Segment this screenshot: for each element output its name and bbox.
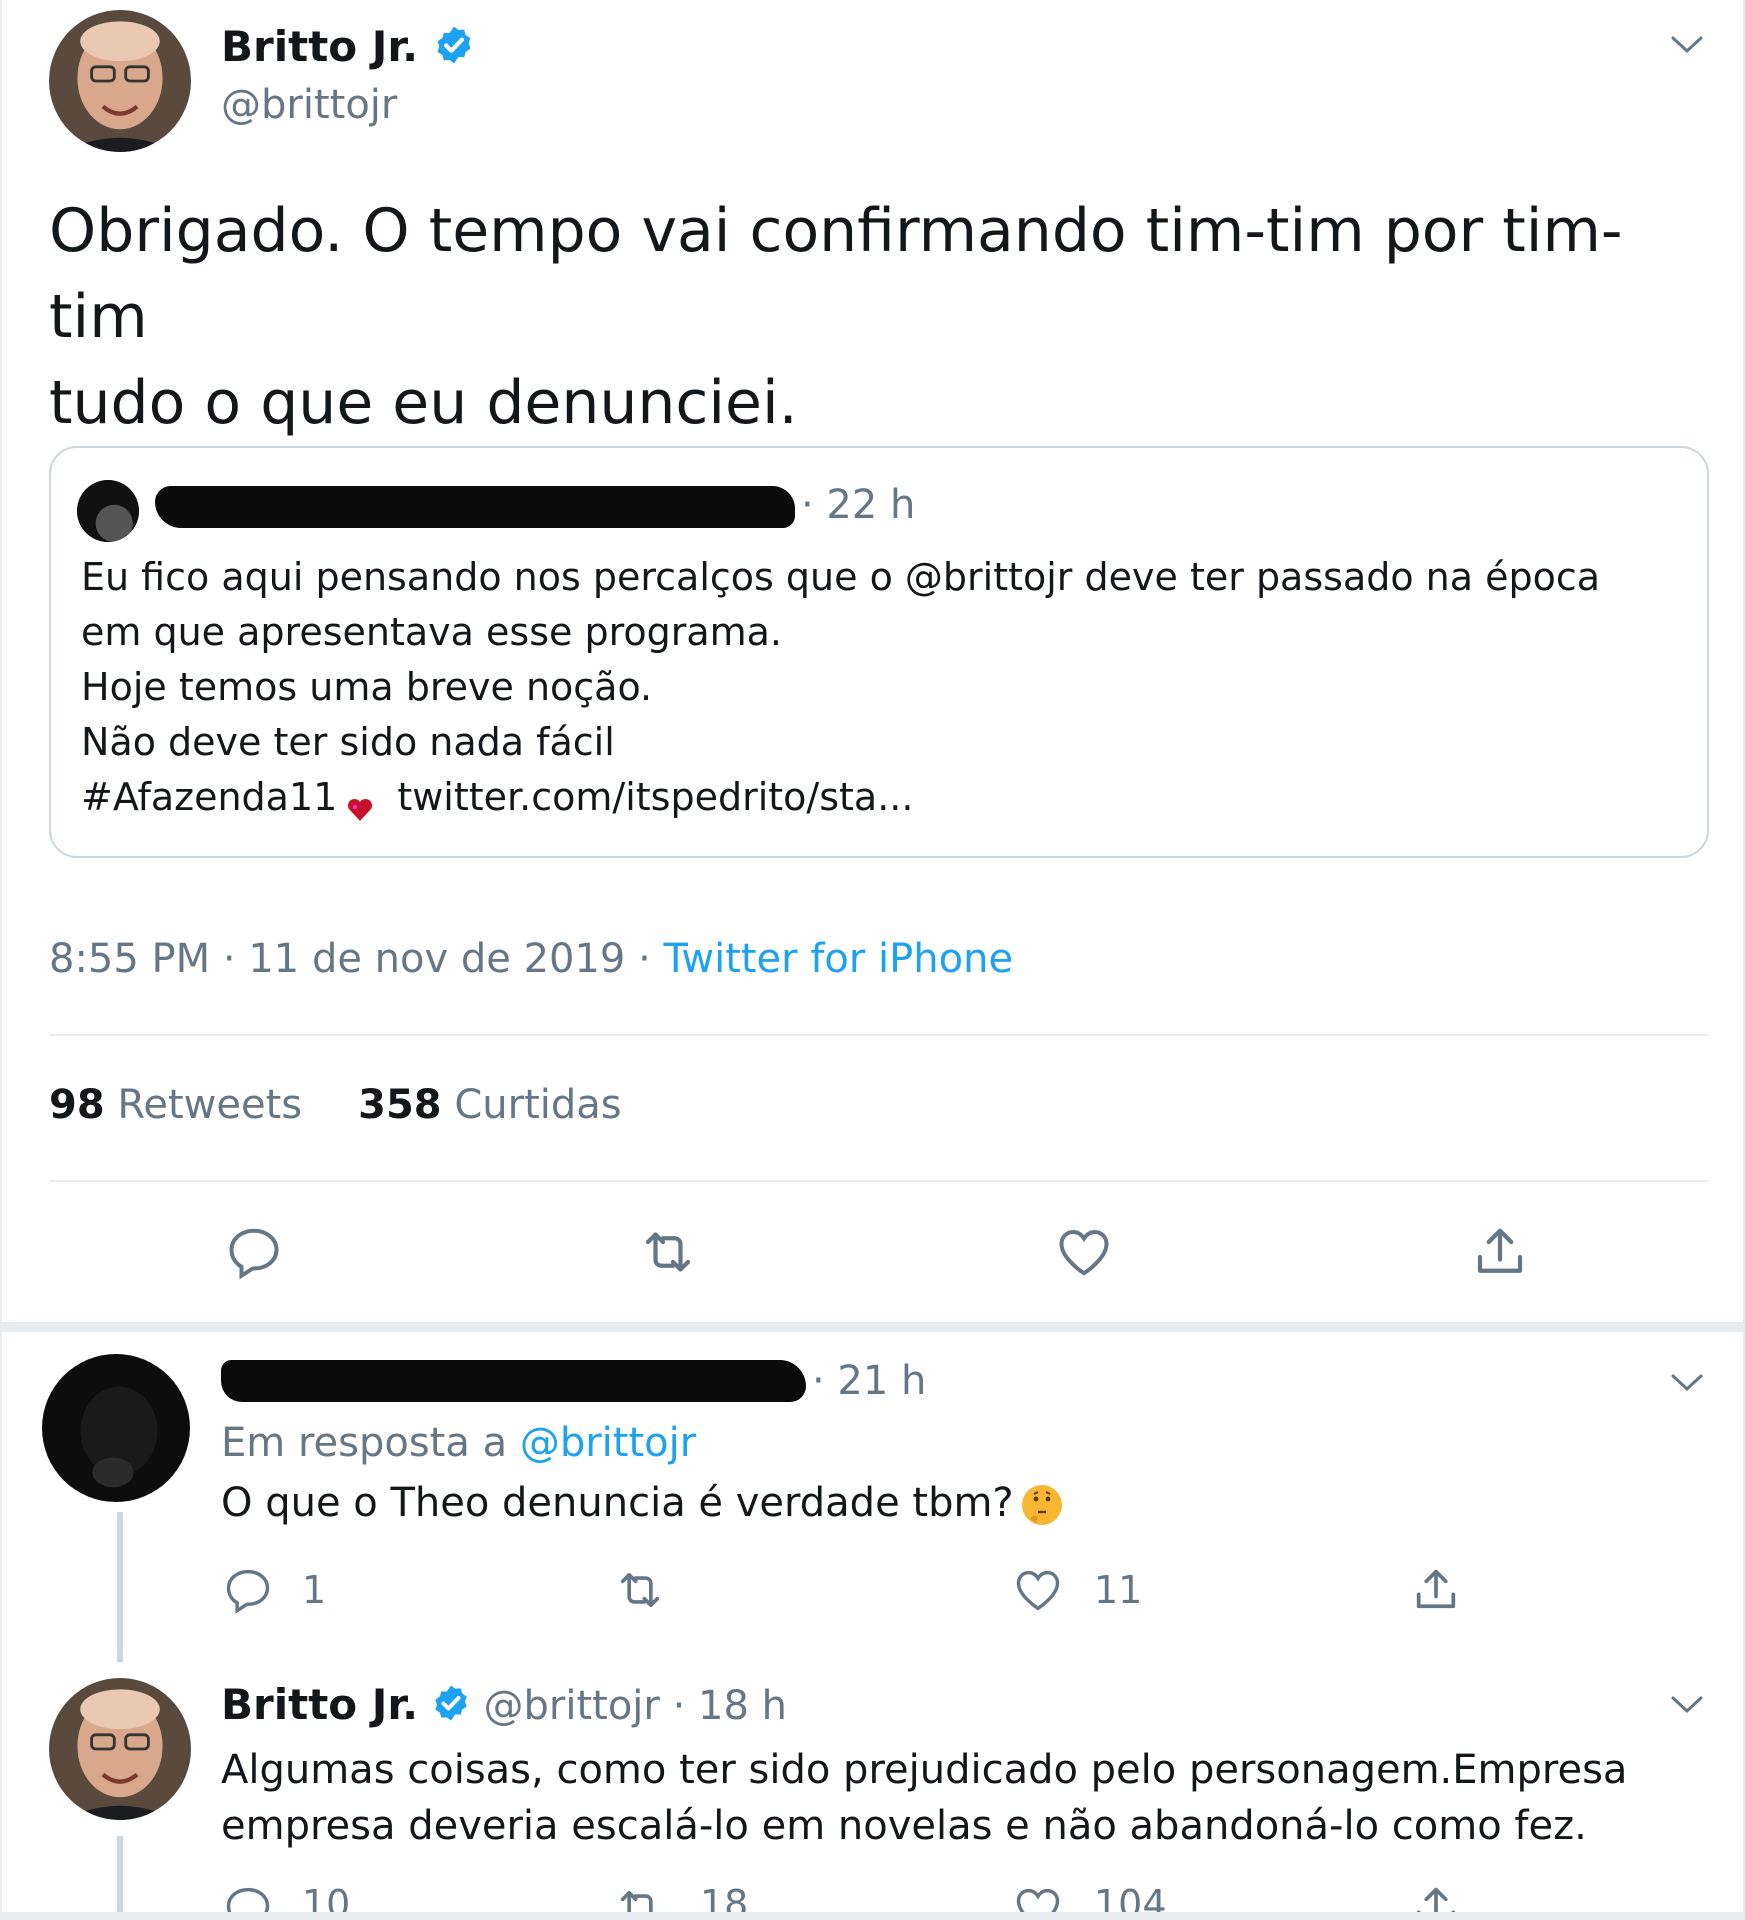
bottom-border [2,1912,1743,1920]
tweet-page: Britto Jr. @brittojr Obrigado. O tempo v… [0,0,1745,1920]
meta-separator: · [222,936,249,982]
quoted-timestamp: · 22 h [801,482,916,528]
reply-icon[interactable] [224,1222,284,1282]
like-icon[interactable] [1012,1564,1064,1616]
retweet-icon[interactable] [614,1564,666,1616]
quoted-text-line: Hoje temos uma breve noção. [81,665,653,709]
tweet-text-line: Obrigado. O tempo vai confirmando tim-ti… [49,196,1623,352]
tweet-date[interactable]: 11 de nov de 2019 [248,936,625,982]
tweet-text: Obrigado. O tempo vai confirmando tim-ti… [49,188,1709,446]
avatar[interactable] [49,10,191,152]
reply-timestamp[interactable]: · 21 h [812,1358,926,1404]
divider [49,1180,1709,1182]
likes-label: Curtidas [454,1082,622,1128]
like-count: 11 [1094,1568,1143,1612]
share-icon[interactable] [1410,1564,1462,1616]
tweet-stats: 98 Retweets 358 Curtidas [49,1082,622,1128]
chevron-down-icon[interactable] [1670,1372,1704,1394]
chevron-down-icon[interactable] [1670,34,1704,56]
quoted-text-line: em que apresentava esse programa. [81,610,783,654]
reply-avatar[interactable] [42,1354,190,1502]
retweets-label: Retweets [117,1082,303,1128]
quoted-text-line: Não deve ter sido nada fácil [81,720,615,764]
quoted-text-line: #Afazenda11 twitter.com/itspedrito/sta... [81,770,1671,825]
reply-icon[interactable] [222,1564,274,1616]
reply-count: 1 [302,1568,327,1612]
tweet-source-link[interactable]: Twitter for iPhone [664,936,1014,982]
reply-text: Algumas coisas, como ter sido prejudicad… [221,1742,1661,1854]
retweets-stat[interactable]: 98 Retweets [49,1082,302,1128]
author-handle[interactable]: @brittojr [221,82,397,128]
hashtag-link[interactable]: #Afazenda11 [81,775,337,819]
reply-context: Em resposta a @brittojr [221,1420,696,1466]
tweet-time[interactable]: 8:55 PM [49,936,210,982]
reply-text-line: empresa deveria escalá-lo em novelas e n… [221,1803,1587,1849]
redacted-name [155,486,795,528]
reply-mention-link[interactable]: @brittojr [520,1420,696,1466]
quoted-text-line: Eu fico aqui pensando nos percalços que … [81,555,1601,599]
author-handle[interactable]: @brittojr [484,1683,660,1729]
tweet-meta: 8:55 PM · 11 de nov de 2019 · Twitter fo… [49,936,1013,982]
divider [49,1034,1709,1036]
retweets-count: 98 [49,1082,105,1128]
share-icon[interactable] [1470,1222,1530,1282]
author-name[interactable]: Britto Jr. [221,22,475,76]
author-name[interactable]: Britto Jr. [221,1680,418,1729]
quoted-avatar [77,480,139,542]
quoted-tweet-text: Eu fico aqui pensando nos percalços que … [81,550,1671,825]
avatar-photo [49,10,191,152]
reply-timestamp[interactable]: · 18 h [673,1683,787,1729]
likes-stat[interactable]: 358 Curtidas [358,1082,621,1128]
likes-count: 358 [358,1082,442,1128]
meta-separator: · [638,936,664,982]
section-divider [2,1322,1743,1332]
reply-header: Britto Jr. @brittojr · 18 h [221,1680,787,1733]
reply-text: O que o Theo denuncia é verdade tbm? [221,1480,1066,1529]
redacted-name [221,1360,806,1402]
avatar[interactable] [49,1678,191,1820]
author-name-text[interactable]: Britto Jr. [221,22,418,71]
reply-text-line: Algumas coisas, como ter sido prejudicad… [221,1747,1628,1793]
shortened-link[interactable]: twitter.com/itspedrito/sta... [397,775,913,819]
thinking-emoji-icon [1018,1481,1066,1529]
quoted-tweet[interactable]: · 22 h Eu fico aqui pensando nos percalç… [49,446,1709,858]
chevron-down-icon[interactable] [1670,1694,1704,1716]
heart-emoji-icon [345,785,375,821]
verified-badge-icon [433,24,475,76]
like-icon[interactable] [1054,1222,1114,1282]
tweet-text-line: tudo o que eu denunciei. [49,368,798,438]
retweet-icon[interactable] [638,1222,698,1282]
verified-badge-icon [431,1683,471,1733]
thread-line [117,1836,123,1916]
reply-prefix: Em resposta a [221,1420,508,1466]
thread-line [117,1512,123,1662]
reply-text-content: O que o Theo denuncia é verdade tbm? [221,1480,1014,1526]
